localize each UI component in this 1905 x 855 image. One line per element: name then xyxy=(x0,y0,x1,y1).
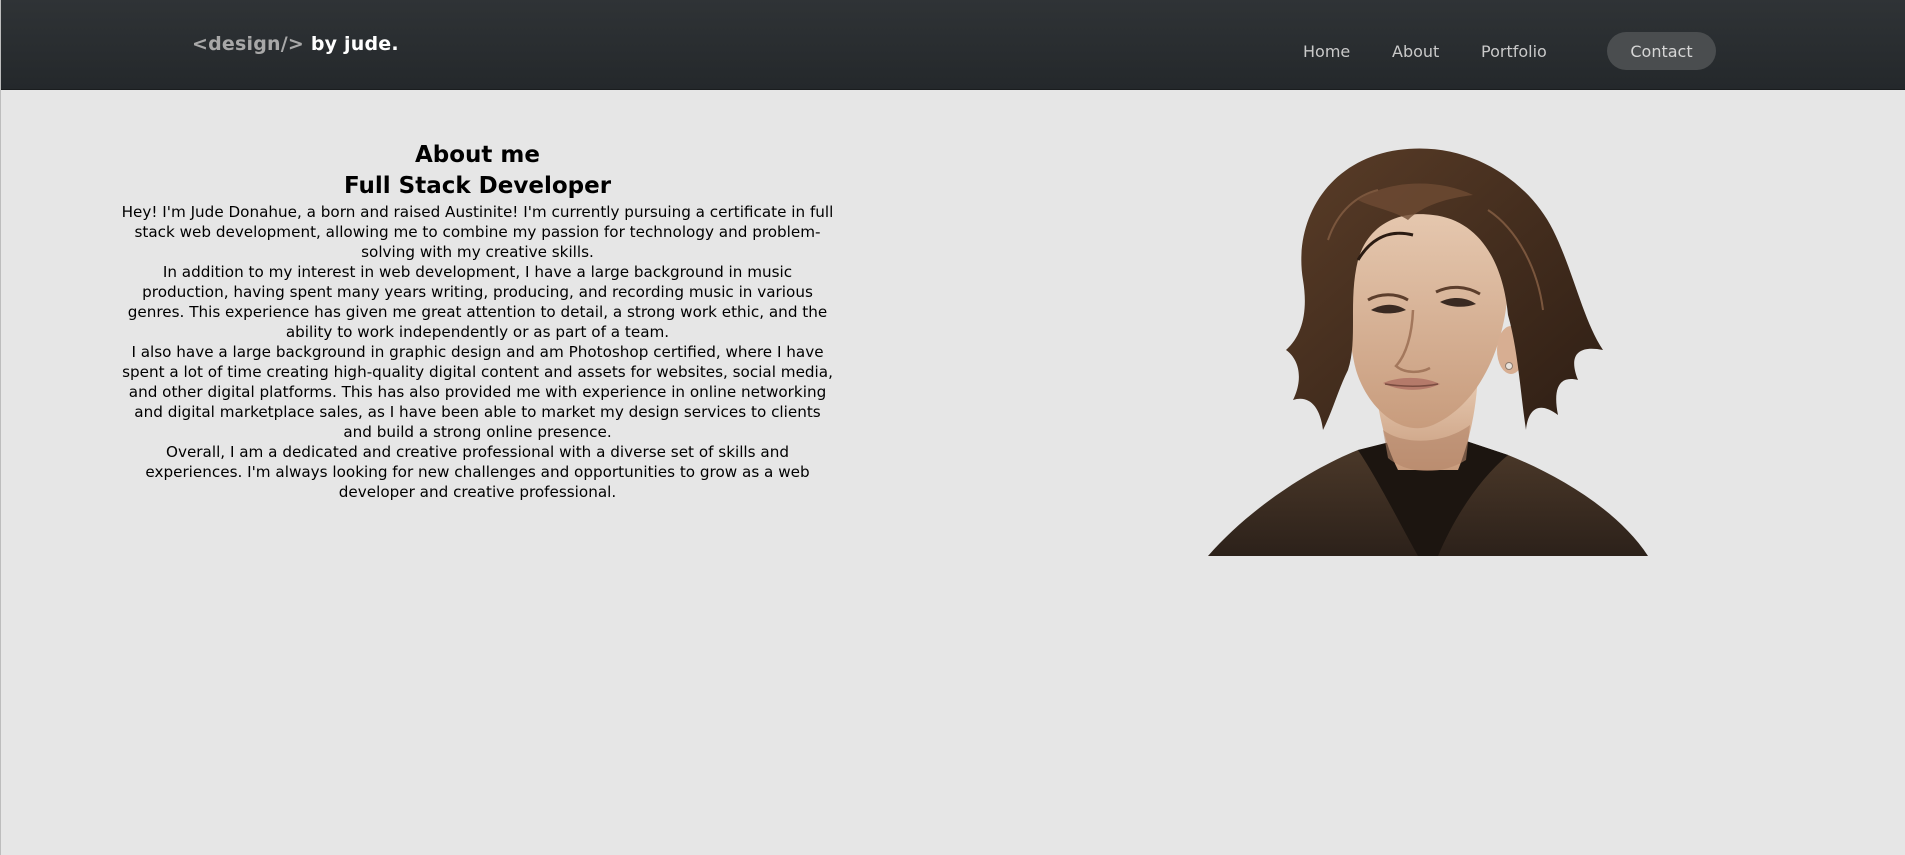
about-title: About me xyxy=(414,142,540,168)
about-paragraph: I also have a large background in graphi… xyxy=(122,343,833,441)
about-subtitle: Full Stack Developer xyxy=(343,173,612,199)
main-nav: Home About Portfolio Contact xyxy=(1,0,1905,90)
page: <design/> by jude. Home About Portfolio … xyxy=(0,0,1905,855)
site-header: <design/> by jude. Home About Portfolio … xyxy=(1,0,1905,90)
profile-portrait-image xyxy=(1208,148,1648,556)
nav-link-about[interactable]: About xyxy=(1392,42,1439,61)
contact-button[interactable]: Contact xyxy=(1607,32,1716,70)
about-section: About me Full Stack Developer Hey! I'm J… xyxy=(119,140,836,502)
nav-link-home[interactable]: Home xyxy=(1303,42,1350,61)
about-paragraph: Hey! I'm Jude Donahue, a born and raised… xyxy=(121,203,834,261)
about-paragraph: In addition to my interest in web develo… xyxy=(127,263,828,341)
about-paragraph: Overall, I am a dedicated and creative p… xyxy=(145,443,810,501)
nav-link-portfolio[interactable]: Portfolio xyxy=(1481,42,1547,61)
